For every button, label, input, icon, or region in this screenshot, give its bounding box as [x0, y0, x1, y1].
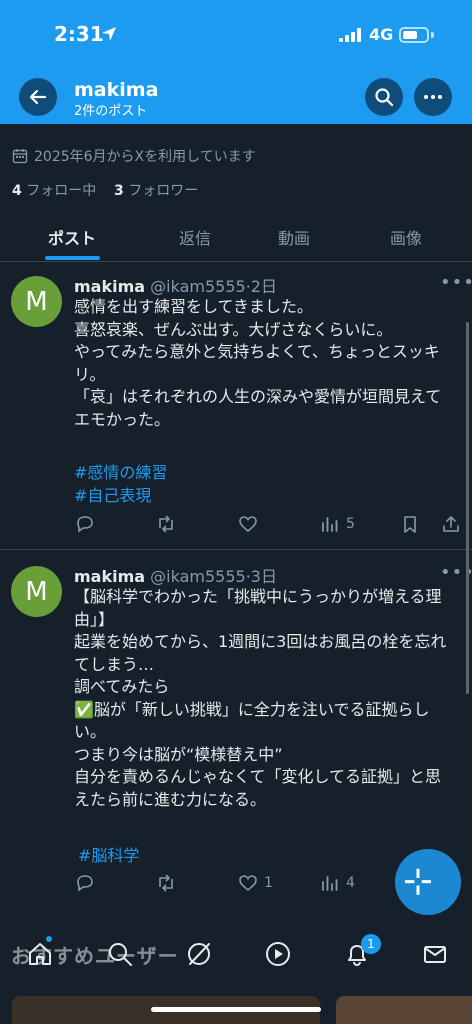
joined-text: 2025年6月からXを利用しています	[34, 149, 256, 165]
views-icon	[322, 876, 338, 891]
views-button[interactable]: 5	[320, 514, 355, 534]
location-arrow-icon	[102, 27, 116, 41]
reply-icon	[77, 875, 93, 892]
like-button[interactable]: 1	[238, 873, 273, 893]
status-bar: 2:31 4G	[0, 0, 472, 70]
tabs-divider	[0, 261, 472, 262]
views-icon	[322, 517, 338, 532]
hashtag-link[interactable]: #自己表現	[74, 482, 151, 506]
avatar[interactable]: M	[11, 276, 62, 327]
following-count: 4	[12, 183, 22, 199]
scrollbar[interactable]	[466, 322, 469, 694]
followers-count: 3	[114, 183, 124, 199]
followers-link[interactable]: 3 フォロワー	[114, 183, 198, 199]
joined-date: 2025年6月からXを利用しています	[12, 146, 256, 166]
reply-icon	[77, 516, 93, 533]
post-handle: @ikam5555	[150, 567, 246, 586]
views-button[interactable]: 4	[320, 873, 355, 893]
avatar[interactable]: M	[11, 566, 62, 617]
repost-icon	[159, 874, 173, 892]
repost-icon	[159, 515, 173, 533]
following-label: フォロー中	[26, 183, 97, 199]
views-count: 4	[346, 875, 355, 891]
tab-posts[interactable]: ポスト	[48, 225, 96, 249]
repost-button[interactable]	[156, 514, 176, 534]
reply-button[interactable]	[75, 873, 95, 893]
battery-icon	[399, 27, 429, 43]
post-text: 【脳科学でわかった「挑戦中にうっかりが増える理由」】 起業を始めてから、1週間に…	[74, 587, 447, 809]
post-time: 2日	[250, 277, 277, 296]
views-count: 5	[346, 516, 355, 532]
tab-images[interactable]: 画像	[390, 225, 422, 249]
heart-icon	[239, 875, 257, 892]
signal-icon	[339, 28, 361, 42]
like-count: 1	[264, 875, 273, 891]
repost-button[interactable]	[156, 873, 176, 893]
post-header: makima @ikam5555·2日	[74, 277, 277, 296]
arrow-left-icon	[29, 89, 47, 105]
home-indicator	[151, 1007, 321, 1012]
hashtag-link[interactable]: #感情の練習	[74, 459, 167, 483]
status-time: 2:31	[54, 22, 104, 46]
tab-videos[interactable]: 動画	[278, 225, 310, 249]
grok-icon[interactable]	[185, 940, 213, 968]
post-author-name[interactable]: makima	[74, 277, 145, 296]
share-icon	[443, 516, 459, 532]
video-play-icon[interactable]	[264, 940, 292, 968]
recommended-user-card-image[interactable]	[336, 996, 472, 1024]
ellipsis-icon	[424, 95, 442, 99]
notifications-badge: 1	[361, 934, 381, 954]
back-button[interactable]	[19, 78, 57, 116]
recommended-users-heading: おすすめユーザー	[11, 944, 179, 968]
post-text: 感情を出す練習をしてきました。 喜怒哀楽、ぜんぶ出す。大げさなくらいに。 やって…	[74, 297, 442, 429]
compose-icon: ⊹	[403, 861, 434, 902]
messages-mail-icon[interactable]	[421, 940, 449, 968]
post-time: 3日	[250, 567, 277, 586]
post-divider	[0, 549, 472, 550]
share-button[interactable]	[441, 514, 461, 534]
followers-label: フォロワー	[128, 183, 199, 199]
bookmark-icon	[404, 516, 416, 533]
following-link[interactable]: 4 フォロー中	[12, 183, 96, 199]
tab-replies[interactable]: 返信	[179, 225, 211, 249]
calendar-icon	[12, 149, 28, 164]
network-type: 4G	[369, 25, 394, 44]
heart-icon	[239, 516, 257, 533]
search-icon	[375, 88, 394, 107]
battery-nub	[431, 32, 434, 38]
hashtag-link[interactable]: #脳科学	[78, 842, 139, 866]
reply-button[interactable]	[75, 514, 95, 534]
search-button[interactable]	[365, 78, 403, 116]
profile-name: makima	[74, 79, 159, 101]
post-more-icon[interactable]: •••	[440, 272, 472, 293]
follow-stats: 4 フォロー中 3 フォロワー	[12, 180, 198, 200]
bookmark-button[interactable]	[400, 514, 420, 534]
post-handle: @ikam5555	[150, 277, 246, 296]
post-count: 2件のポスト	[74, 104, 148, 119]
post-author-name[interactable]: makima	[74, 567, 145, 586]
post-header: makima @ikam5555·3日	[74, 567, 277, 586]
more-options-button[interactable]	[414, 78, 452, 116]
active-tab-indicator	[45, 256, 100, 260]
like-button[interactable]	[238, 514, 264, 534]
